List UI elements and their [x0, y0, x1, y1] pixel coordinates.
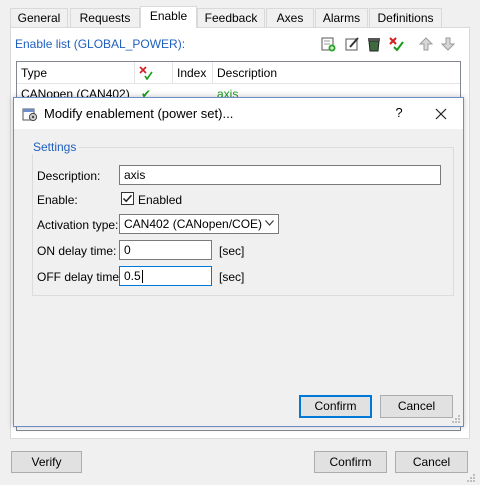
description-field[interactable]: axis	[119, 165, 441, 185]
modify-enablement-dialog: Modify enablement (power set)... ? Setti…	[13, 97, 464, 427]
column-header-label: Type	[21, 66, 48, 80]
enabled-checkbox-label[interactable]: Enabled	[138, 193, 182, 207]
off-delay-value: 0.5	[124, 269, 141, 283]
validate-icon	[139, 66, 153, 81]
activation-type-select[interactable]: CAN402 (CANopen/COE)	[119, 214, 279, 234]
activation-type-label: Activation type:	[37, 218, 119, 232]
check-icon[interactable]	[388, 36, 404, 52]
tab-alarms[interactable]: Alarms	[315, 8, 368, 27]
move-up-icon[interactable]	[418, 36, 434, 52]
move-down-icon[interactable]	[440, 36, 456, 52]
off-delay-unit: [sec]	[219, 270, 245, 284]
tab-label: Alarms	[322, 11, 361, 25]
dialog-resize-grip-icon[interactable]	[451, 414, 461, 424]
tab-label: Requests	[79, 11, 131, 25]
column-header-validate[interactable]	[135, 62, 173, 84]
tab-label: Definitions	[377, 11, 434, 25]
tab-enable[interactable]: Enable	[140, 6, 197, 28]
edit-icon[interactable]	[344, 36, 360, 52]
tab-label: Enable	[149, 9, 188, 23]
dialog-cancel-button[interactable]: Cancel	[380, 395, 453, 418]
tab-requests[interactable]: Requests	[70, 8, 140, 27]
confirm-button[interactable]: Confirm	[314, 451, 387, 473]
text-cursor	[141, 270, 143, 284]
tab-general[interactable]: General	[10, 8, 68, 27]
on-delay-unit: [sec]	[219, 244, 245, 258]
enable-list-title: Enable list (GLOBAL_POWER):	[15, 37, 186, 51]
checkmark-icon	[122, 194, 133, 203]
column-header-type[interactable]: Type	[17, 62, 135, 84]
on-delay-field[interactable]: 0	[119, 240, 212, 260]
add-icon[interactable]	[320, 36, 336, 52]
chevron-down-icon	[265, 220, 274, 226]
column-header-label: Description	[217, 66, 278, 80]
help-button[interactable]: ?	[389, 104, 409, 124]
tab-feedback[interactable]: Feedback	[197, 8, 265, 27]
tab-label: Feedback	[204, 11, 258, 25]
tab-bar: General Requests Enable Feedback Axes Al…	[0, 0, 480, 28]
tab-axes[interactable]: Axes	[266, 8, 314, 27]
column-header-label: Index	[177, 66, 207, 80]
dialog-titlebar[interactable]: Modify enablement (power set)... ?	[14, 98, 463, 129]
enable-label: Enable:	[37, 193, 78, 207]
cancel-button[interactable]: Cancel	[395, 451, 468, 473]
verify-button[interactable]: Verify	[11, 451, 82, 473]
off-delay-field[interactable]: 0.5	[119, 266, 212, 286]
dialog-title: Modify enablement (power set)...	[44, 106, 234, 121]
tab-label: Axes	[276, 11, 304, 25]
tab-definitions[interactable]: Definitions	[369, 8, 442, 27]
description-label: Description:	[37, 169, 101, 183]
off-delay-label: OFF delay time:	[37, 270, 123, 284]
table-header: Type Index Description	[17, 62, 460, 84]
settings-app-icon	[22, 108, 38, 122]
on-delay-label: ON delay time:	[37, 244, 117, 258]
settings-group-label: Settings	[30, 140, 80, 154]
close-icon[interactable]	[430, 104, 452, 124]
dialog-confirm-button[interactable]: Confirm	[299, 395, 372, 418]
tab-label: General	[17, 11, 61, 25]
column-header-description[interactable]: Description	[213, 62, 461, 84]
resize-grip-icon[interactable]	[466, 473, 476, 483]
activation-type-value: CAN402 (CANopen/COE)	[124, 217, 263, 231]
column-header-index[interactable]: Index	[173, 62, 213, 84]
enabled-checkbox[interactable]	[121, 192, 134, 205]
delete-icon[interactable]	[366, 36, 382, 52]
